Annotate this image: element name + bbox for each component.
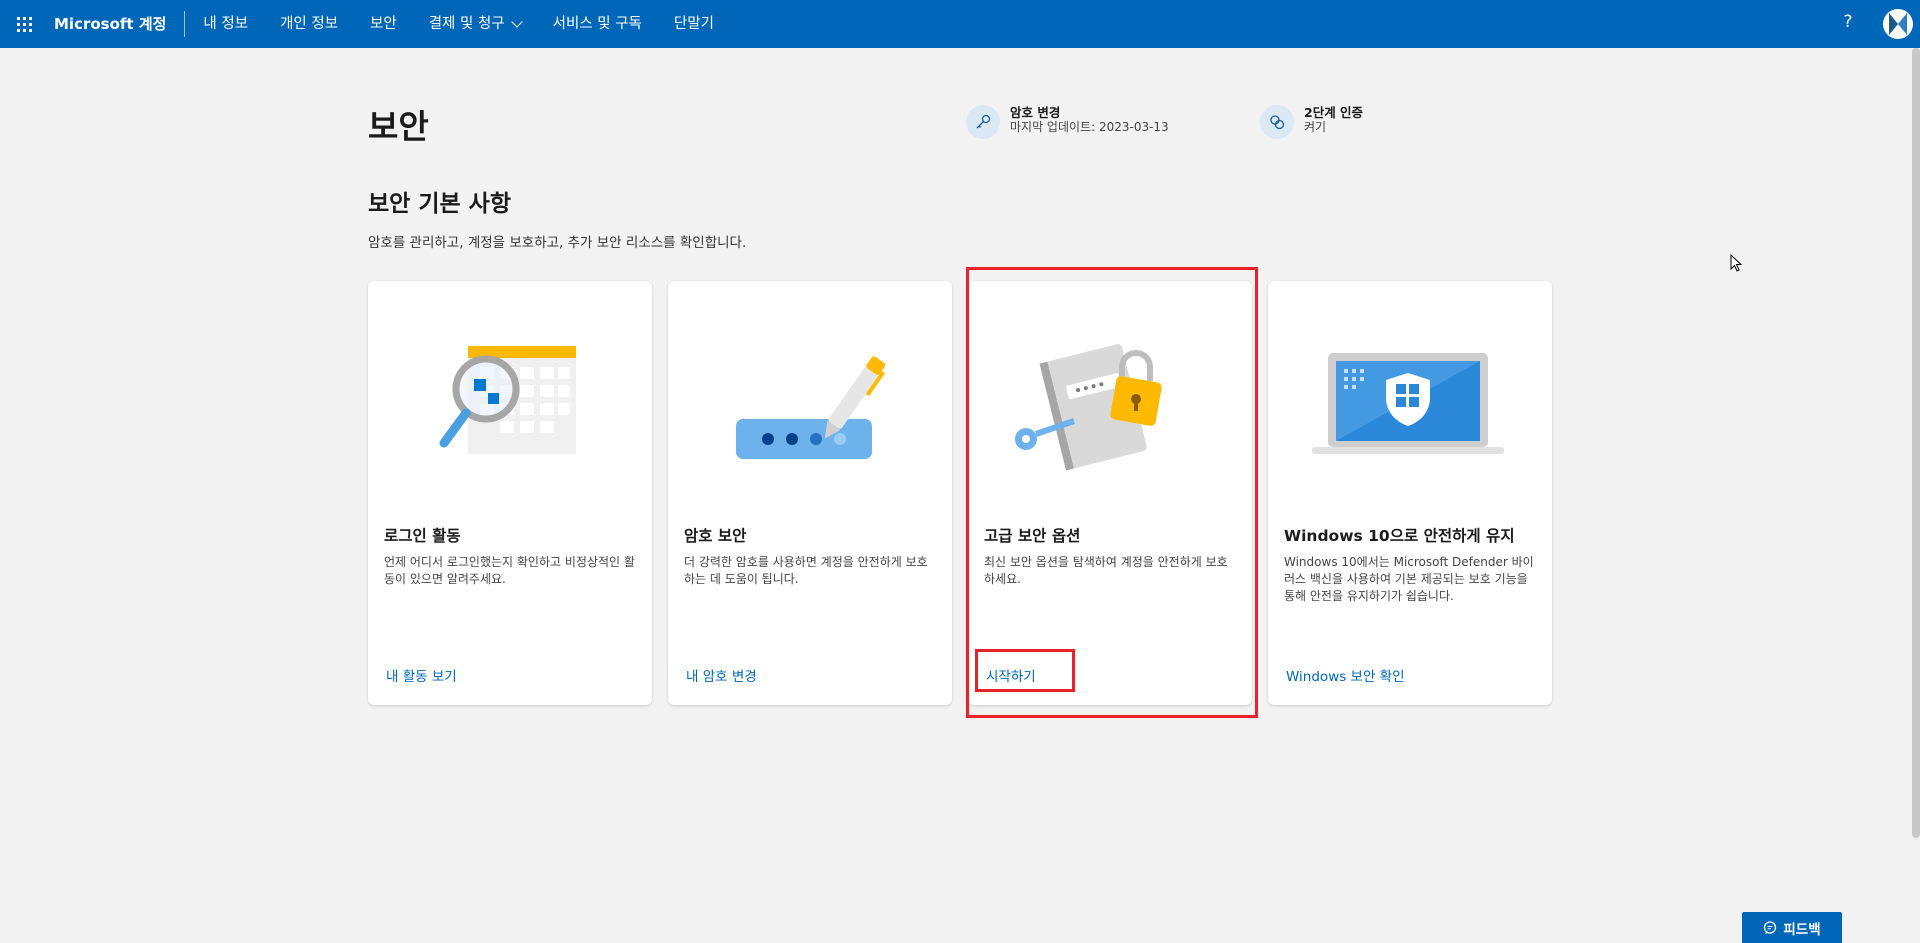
card-password-security: 암호 보안 더 강력한 암호를 사용하면 계정을 안전하게 보호하는 데 도움이… xyxy=(668,281,952,705)
highlight-frame-link xyxy=(975,649,1075,692)
chat-bubble-icon xyxy=(1764,920,1777,934)
nav-payment-billing[interactable]: 결제 및 청구 xyxy=(413,0,537,48)
change-password-link[interactable]: 암호 변경 마지막 업데이트: 2023-03-13 xyxy=(966,105,1169,139)
card-title: Windows 10으로 안전하게 유지 xyxy=(1284,527,1515,545)
windows-security-link[interactable]: Windows 보안 확인 xyxy=(1286,665,1405,685)
app-launcher-icon[interactable] xyxy=(0,0,48,48)
top-navigation-bar: Microsoft 계정 내 정보 개인 정보 보안 결제 및 청구 서비스 및… xyxy=(0,0,1920,48)
two-step-subtitle: 켜기 xyxy=(1304,120,1327,134)
nav-personal-info[interactable]: 개인 정보 xyxy=(264,0,354,48)
nav-my-info[interactable]: 내 정보 xyxy=(185,0,264,48)
avatar[interactable] xyxy=(1883,9,1913,39)
feedback-label: 피드백 xyxy=(1783,921,1821,938)
section-title: 보안 기본 사항 xyxy=(368,191,511,217)
feedback-button[interactable]: 피드백 xyxy=(1742,912,1842,943)
card-description: 언제 어디서 로그인했는지 확인하고 비정상적인 활동이 있으면 알려주세요. xyxy=(384,555,635,586)
two-step-icon xyxy=(1260,105,1294,139)
two-step-title: 2단계 인증 xyxy=(1304,105,1364,120)
page-scrollbar[interactable] xyxy=(1912,48,1920,838)
windows-security-illustration xyxy=(1268,281,1552,521)
chevron-down-icon xyxy=(510,15,523,28)
two-step-verification-link[interactable]: 2단계 인증 켜기 xyxy=(1260,105,1363,139)
nav-security[interactable]: 보안 xyxy=(354,0,413,48)
brand-title[interactable]: Microsoft 계정 xyxy=(54,11,186,37)
page-title: 보안 xyxy=(368,107,429,146)
password-security-illustration xyxy=(668,281,952,521)
section-description: 암호를 관리하고, 계정을 보호하고, 추가 보안 리소스를 확인합니다. xyxy=(368,235,747,251)
card-description: Windows 10에서는 Microsoft Defender 바이러스 백신… xyxy=(1284,555,1534,603)
change-password-title: 암호 변경 xyxy=(1010,105,1061,120)
mouse-cursor-icon xyxy=(1730,253,1744,278)
card-windows-security: Windows 10으로 안전하게 유지 Windows 10에서는 Micro… xyxy=(1268,281,1552,705)
view-activity-link[interactable]: 내 활동 보기 xyxy=(386,665,457,685)
nav-services-subscriptions[interactable]: 서비스 및 구독 xyxy=(537,0,658,48)
change-password-subtitle: 마지막 업데이트: 2023-03-13 xyxy=(1010,120,1169,134)
sign-in-activity-illustration xyxy=(368,281,652,521)
card-sign-in-activity: 로그인 활동 언제 어디서 로그인했는지 확인하고 비정상적인 활동이 있으면 … xyxy=(368,281,652,705)
card-title: 암호 보안 xyxy=(684,527,747,545)
key-icon xyxy=(966,105,1000,139)
change-password-card-link[interactable]: 내 암호 변경 xyxy=(686,665,757,685)
main-nav: 내 정보 개인 정보 보안 결제 및 청구 서비스 및 구독 단말기 xyxy=(185,0,730,48)
card-title: 로그인 활동 xyxy=(384,527,461,545)
nav-devices[interactable]: 단말기 xyxy=(658,0,730,48)
card-description: 더 강력한 암호를 사용하면 계정을 안전하게 보호하는 데 도움이 됩니다. xyxy=(684,555,928,586)
help-icon[interactable]: ? xyxy=(1836,12,1860,32)
nav-payment-billing-label: 결제 및 청구 xyxy=(428,16,505,32)
